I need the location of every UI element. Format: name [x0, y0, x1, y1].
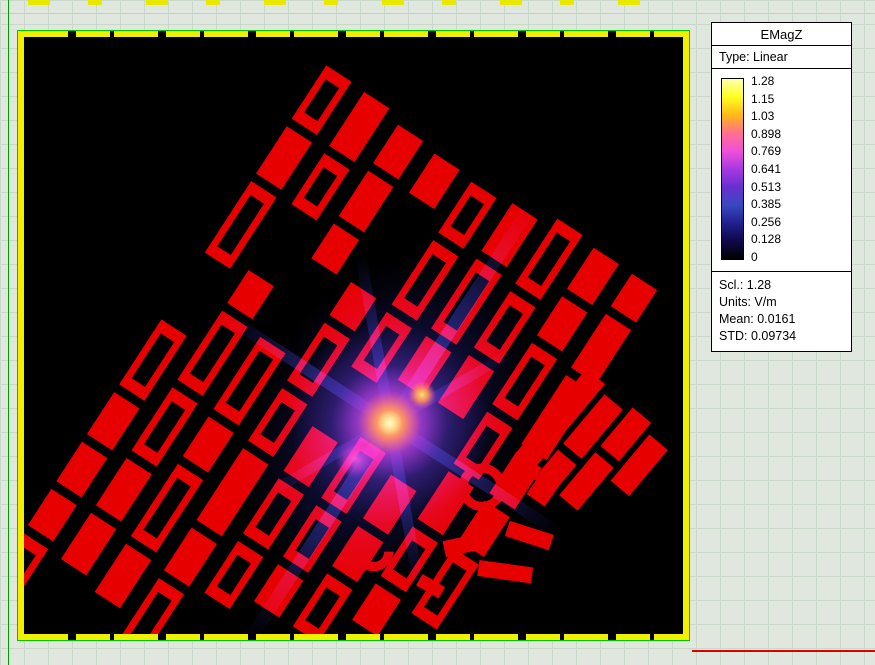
colorbar-tick-label: 0.898: [751, 128, 781, 140]
legend-stats: Scl.: 1.28 Units: V/m Mean: 0.0161 STD: …: [712, 271, 851, 351]
x-axis-line: [692, 650, 875, 652]
colorbar-tick-label: 0.513: [751, 181, 781, 193]
cad-workspace[interactable]: EMagZ Type: Linear 1.28 1.15 1.03 0.898 …: [0, 0, 875, 665]
colorbar-tick-label: 1.03: [751, 110, 781, 122]
em-field-layer: [24, 37, 683, 634]
legend-stat-mean: Mean: 0.0161: [719, 311, 845, 328]
colorbar-tick-label: 0.769: [751, 145, 781, 157]
colorbar: [721, 78, 744, 260]
legend-stat-std: STD: 0.09734: [719, 328, 845, 345]
legend-stat-scale: Scl.: 1.28: [719, 277, 845, 294]
colorbar-tick-label: 1.28: [751, 75, 781, 87]
scene-boundary-marks: [28, 0, 662, 5]
colorbar-tick-label: 0.385: [751, 198, 781, 210]
colorbar-section: 1.28 1.15 1.03 0.898 0.769 0.641 0.513 0…: [712, 69, 851, 271]
legend-scale-type: Type: Linear: [712, 46, 851, 69]
y-axis-line: [8, 0, 9, 665]
major-gridline: [0, 13, 875, 14]
legend-panel: EMagZ Type: Linear 1.28 1.15 1.03 0.898 …: [711, 22, 852, 352]
colorbar-tick-label: 0.641: [751, 163, 781, 175]
scene-canvas[interactable]: [24, 37, 683, 634]
simulation-viewport[interactable]: [17, 30, 690, 641]
legend-title: EMagZ: [712, 23, 851, 46]
legend-stat-units: Units: V/m: [719, 294, 845, 311]
colorbar-tick-label: 0.128: [751, 233, 781, 245]
colorbar-tick-labels: 1.28 1.15 1.03 0.898 0.769 0.641 0.513 0…: [751, 75, 781, 263]
colorbar-tick-label: 0.256: [751, 216, 781, 228]
colorbar-tick-label: 0: [751, 251, 781, 263]
colorbar-tick-label: 1.15: [751, 93, 781, 105]
boundary-tick-marks-bottom: [24, 634, 683, 640]
